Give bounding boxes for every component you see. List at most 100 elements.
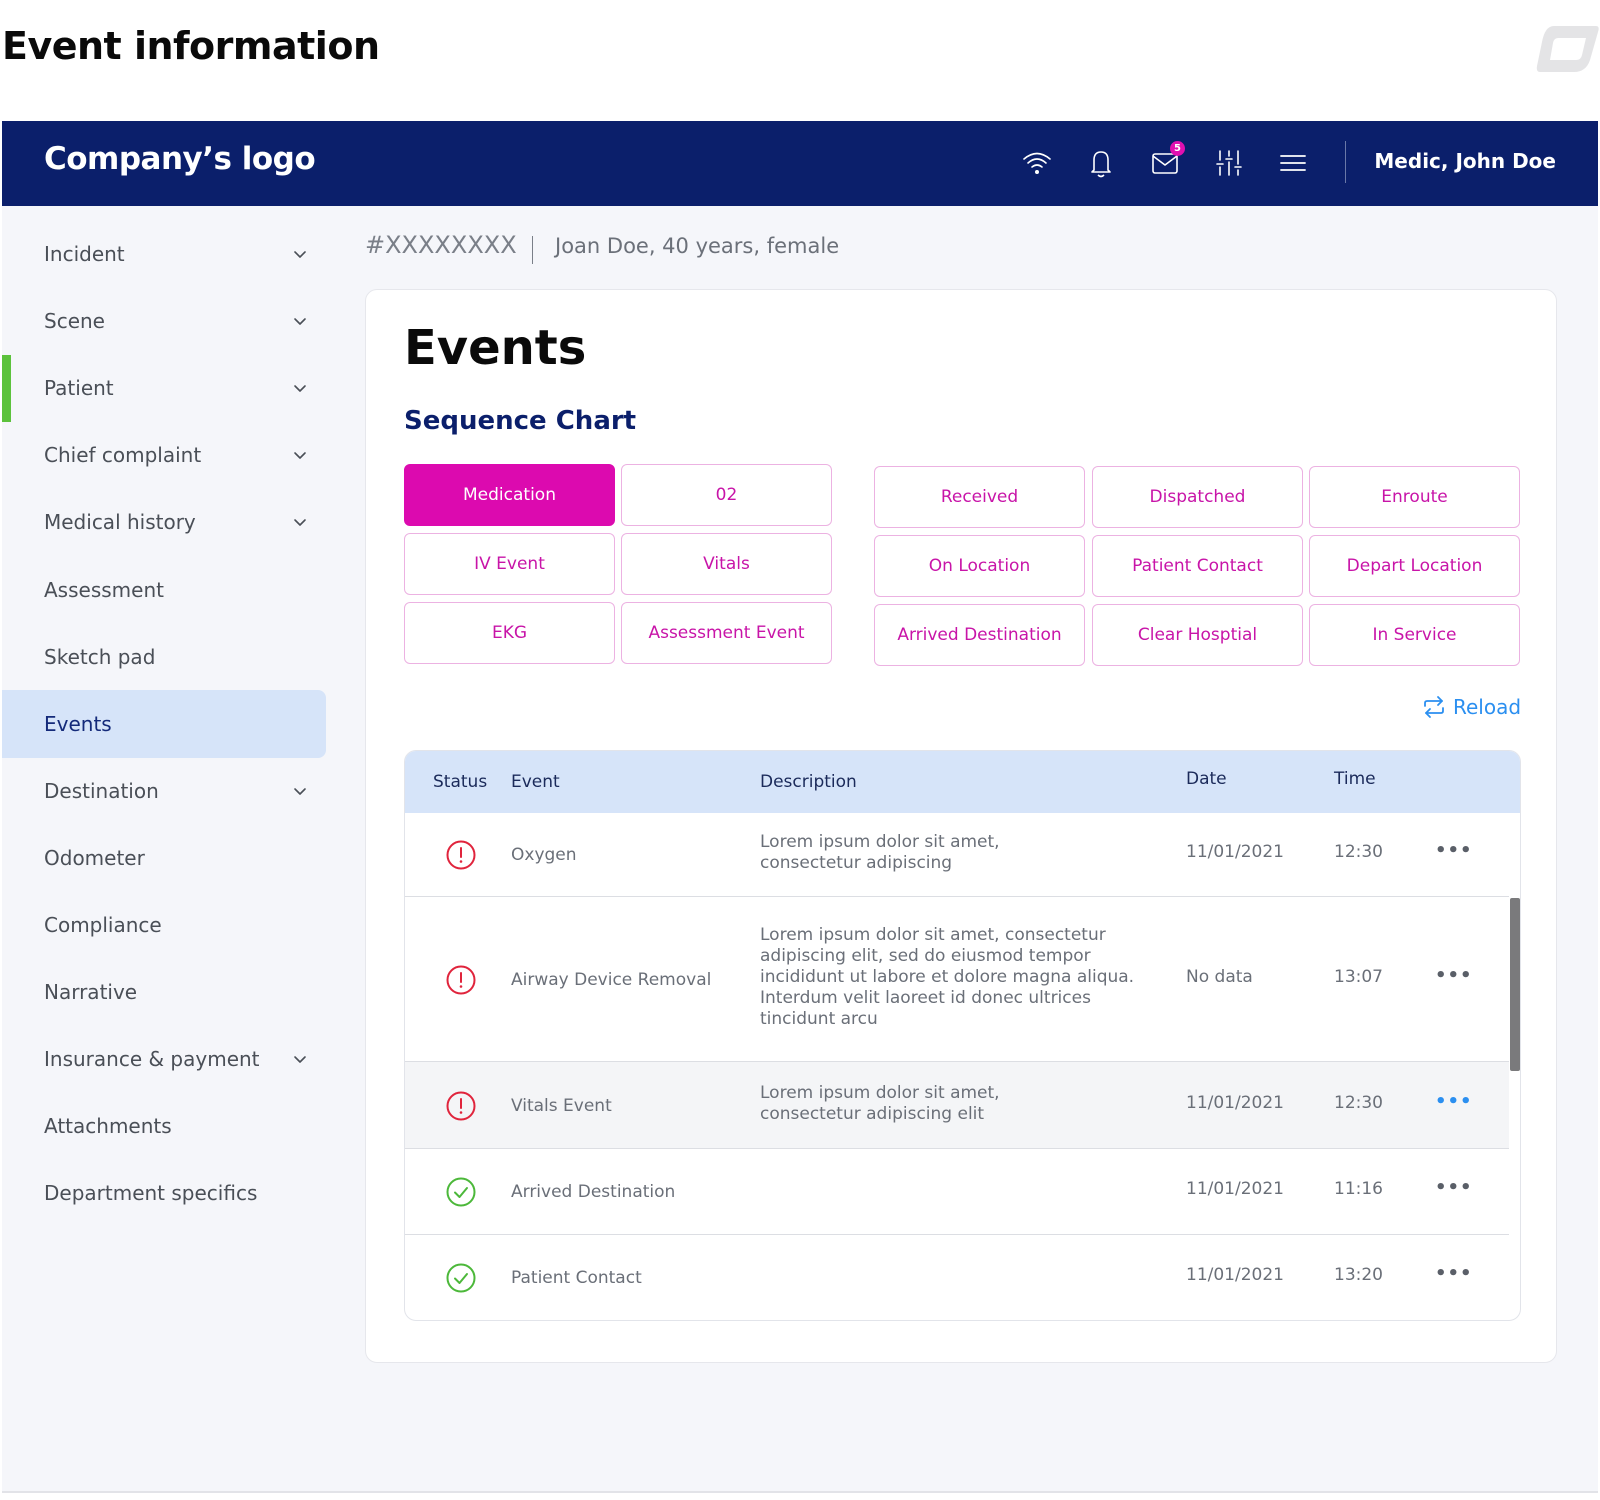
event-button-medication[interactable]: Medication: [404, 464, 615, 526]
event-date: 11/01/2021: [1186, 1179, 1284, 1199]
status-button-received[interactable]: Received: [874, 466, 1085, 528]
description-line: consectetur adipiscing elit: [760, 1103, 985, 1124]
event-button-02[interactable]: 02: [621, 464, 832, 526]
status-button-depart-location[interactable]: Depart Location: [1309, 535, 1520, 597]
sidebar-item-patient[interactable]: Patient: [2, 354, 326, 422]
status-button-arrived-destination[interactable]: Arrived Destination: [874, 604, 1085, 666]
sidebar-item-events[interactable]: Events: [2, 689, 326, 758]
check-circle-icon: [445, 1262, 477, 1294]
reload-button[interactable]: Reload: [1421, 694, 1521, 720]
chevron-down-icon[interactable]: [292, 1051, 308, 1067]
events-table: Status Event Description Date Time Oxyge…: [404, 750, 1521, 1321]
sidebar-item-label: Incident: [44, 242, 125, 266]
breadcrumb-divider: [532, 236, 533, 264]
sidebar-item-compliance[interactable]: Compliance: [2, 891, 326, 959]
sidebar-item-sketch-pad[interactable]: Sketch pad: [2, 623, 326, 691]
event-button-assessment-event[interactable]: Assessment Event: [621, 602, 832, 664]
sidebar-item-chief-complaint[interactable]: Chief complaint: [2, 421, 326, 489]
event-time: 12:30: [1334, 842, 1383, 862]
table-row[interactable]: Arrived Destination 11/01/2021 11:16 •••: [405, 1149, 1509, 1235]
description-line: tincidunt arcu: [760, 1009, 878, 1029]
sidebar-item-insurance-payment[interactable]: Insurance & payment: [2, 1025, 326, 1093]
status-button-enroute[interactable]: Enroute: [1309, 466, 1520, 528]
wifi-icon[interactable]: [1021, 147, 1053, 179]
column-status[interactable]: Status: [433, 772, 487, 792]
sidebar-item-medical-history[interactable]: Medical history: [2, 488, 326, 556]
sidebar-item-label: Destination: [44, 778, 159, 803]
table-row[interactable]: Patient Contact 11/01/2021 13:20 •••: [405, 1235, 1509, 1320]
event-name: Arrived Destination: [511, 1182, 676, 1202]
event-button-ekg[interactable]: EKG: [404, 602, 615, 664]
alert-circle-icon: [445, 1090, 477, 1122]
chevron-down-icon[interactable]: [292, 380, 308, 396]
top-bar: Company’s logo 5 Medic, John Doe: [2, 121, 1598, 206]
sidebar-item-label: Insurance & payment: [44, 1047, 260, 1072]
table-row[interactable]: Oxygen Lorem ipsum dolor sit amet, consect…: [405, 813, 1509, 897]
sidebar-item-incident[interactable]: Incident: [2, 220, 326, 288]
patient-summary: Joan Doe, 40 years, female: [555, 234, 840, 258]
sidebar-item-attachments[interactable]: Attachments: [2, 1092, 326, 1160]
scrollbar-thumb[interactable]: [1510, 898, 1520, 1071]
sidebar-item-assessment[interactable]: Assessment: [2, 556, 326, 624]
event-description: Lorem ipsum dolor sit amet, consectetur a…: [760, 832, 1140, 874]
column-date[interactable]: Date: [1186, 769, 1227, 789]
sequence-chart-heading: Sequence Chart: [404, 406, 637, 436]
table-row[interactable]: Vitals Event Lorem ipsum dolor sit amet, c…: [405, 1062, 1509, 1149]
user-name[interactable]: Medic, John Doe: [1374, 149, 1556, 173]
event-button-iv-event[interactable]: IV Event: [404, 533, 615, 595]
sliders-icon[interactable]: [1213, 147, 1245, 179]
more-options-icon[interactable]: •••: [1435, 1091, 1473, 1112]
status-button-clear-hosptial[interactable]: Clear Hosptial: [1092, 604, 1303, 666]
sidebar-item-label: Department specifics: [44, 1181, 258, 1206]
status-button-dispatched[interactable]: Dispatched: [1092, 466, 1303, 528]
event-name: Patient Contact: [511, 1268, 642, 1288]
sidebar-item-label: Assessment: [44, 577, 164, 602]
description-line: Interdum velit laoreet id donec ultrices: [760, 988, 1091, 1008]
status-button-patient-contact[interactable]: Patient Contact: [1092, 535, 1303, 597]
column-description[interactable]: Description: [760, 772, 857, 792]
alert-circle-icon: [445, 839, 477, 871]
sidebar-item-label: Chief complaint: [44, 443, 202, 468]
event-time: 12:30: [1334, 1092, 1383, 1113]
description-line: consectetur adipiscing: [760, 853, 953, 873]
column-event[interactable]: Event: [511, 772, 560, 792]
more-options-icon[interactable]: •••: [1435, 1263, 1473, 1284]
sidebar-item-label: Attachments: [44, 1114, 172, 1139]
chevron-down-icon[interactable]: [292, 246, 308, 262]
description-line: incididunt ut labore et dolore magna ali…: [760, 967, 1135, 987]
event-time: 13:07: [1334, 966, 1383, 987]
event-name: Oxygen: [511, 845, 577, 865]
event-name: Airway Device Removal: [511, 969, 712, 990]
more-options-icon[interactable]: •••: [1435, 840, 1473, 861]
menu-icon[interactable]: [1277, 147, 1309, 179]
sidebar-item-scene[interactable]: Scene: [2, 287, 326, 355]
sidebar-item-label: Compliance: [44, 913, 162, 937]
events-card: Events Sequence Chart Medication 02 IV Eve…: [365, 289, 1557, 1363]
sidebar-item-department-specifics[interactable]: Department specifics: [2, 1159, 326, 1227]
more-options-icon[interactable]: •••: [1435, 1177, 1473, 1198]
company-logo[interactable]: Company’s logo: [44, 141, 316, 177]
event-time: 11:16: [1334, 1179, 1383, 1199]
sidebar-item-label: Medical history: [44, 510, 196, 535]
event-button-vitals[interactable]: Vitals: [621, 533, 832, 595]
event-time: 13:20: [1334, 1265, 1383, 1285]
sidebar-item-narrative[interactable]: Narrative: [2, 958, 326, 1026]
table-row[interactable]: Airway Device Removal Lorem ipsum dolor s…: [405, 897, 1509, 1062]
reload-label: Reload: [1453, 695, 1522, 719]
event-date: 11/01/2021: [1186, 1092, 1284, 1113]
chevron-down-icon[interactable]: [292, 783, 308, 799]
chevron-down-icon[interactable]: [292, 313, 308, 329]
status-button-on-location[interactable]: On Location: [874, 535, 1085, 597]
sidebar-item-odometer[interactable]: Odometer: [2, 824, 326, 892]
bell-icon[interactable]: [1085, 147, 1117, 179]
chevron-down-icon[interactable]: [292, 447, 308, 463]
sidebar-item-destination[interactable]: Destination: [2, 757, 326, 825]
description-line: Lorem ipsum dolor sit amet, consectetur: [760, 925, 1106, 945]
column-time[interactable]: Time: [1334, 769, 1376, 789]
chevron-down-icon[interactable]: [292, 514, 308, 530]
table-header: Status Event Description Date Time: [405, 751, 1520, 813]
events-heading: Events: [404, 320, 587, 376]
status-button-in-service[interactable]: In Service: [1309, 604, 1520, 666]
event-name: Vitals Event: [511, 1095, 612, 1116]
more-options-icon[interactable]: •••: [1435, 965, 1473, 986]
